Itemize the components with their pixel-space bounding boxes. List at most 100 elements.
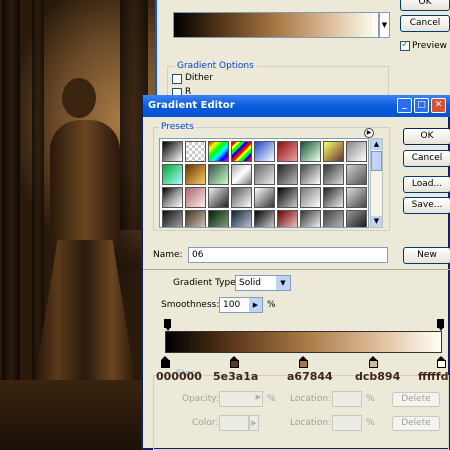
gradient-editor-window: Gradient Editor _ □ ✕ Presets ▲ ▼ ▶ OK C… xyxy=(141,95,450,450)
opacity-label: Opacity: xyxy=(182,394,219,404)
smoothness-arrow-icon[interactable]: ▶ xyxy=(249,298,262,312)
load-button[interactable]: Load... xyxy=(403,176,450,193)
stop-color xyxy=(369,360,378,368)
color-location-input xyxy=(332,415,362,431)
color-stop[interactable] xyxy=(230,356,239,369)
preset-swatch[interactable] xyxy=(162,164,183,185)
preset-swatch[interactable] xyxy=(346,187,367,208)
woman-figure-body xyxy=(50,120,120,250)
preset-swatch[interactable] xyxy=(208,141,229,162)
preset-swatch[interactable] xyxy=(277,164,298,185)
new-button[interactable]: New xyxy=(403,247,450,264)
preview-checkbox[interactable]: ✓ xyxy=(400,39,410,51)
opacity-stop-right[interactable] xyxy=(437,319,444,331)
scroll-down-icon[interactable]: ▼ xyxy=(371,216,382,227)
smoothness-input[interactable]: 100 ▶ xyxy=(219,297,263,313)
smoothness-label: Smoothness: xyxy=(161,300,220,310)
opacity-percent: % xyxy=(267,394,276,404)
color-stop[interactable] xyxy=(369,356,378,369)
preview-label: Preview xyxy=(412,41,448,51)
gradient-type-value: Solid xyxy=(239,278,261,288)
preset-swatch[interactable] xyxy=(300,141,321,162)
preset-swatch[interactable] xyxy=(231,141,252,162)
color-stop[interactable] xyxy=(299,356,308,369)
name-input[interactable]: 06 xyxy=(188,247,388,263)
stop-label: fffffd xyxy=(418,370,449,383)
color-delete-button: Delete xyxy=(392,416,440,431)
save-button[interactable]: Save... xyxy=(403,197,450,214)
stop-label: a67844 xyxy=(287,370,333,383)
opacity-location-input xyxy=(332,391,362,407)
presets-grid xyxy=(159,138,369,228)
preset-swatch[interactable] xyxy=(346,210,367,227)
gf-cancel-button[interactable]: Cancel xyxy=(400,15,450,32)
gf-ok-button[interactable]: OK xyxy=(400,0,450,11)
color-stop[interactable] xyxy=(437,356,446,369)
color-stop[interactable] xyxy=(161,356,170,369)
preset-swatch[interactable] xyxy=(277,210,298,227)
preset-swatch[interactable] xyxy=(185,141,206,162)
maximize-button[interactable]: □ xyxy=(414,98,429,113)
gradient-picker-swatch[interactable] xyxy=(173,12,379,38)
gradient-type-select[interactable]: Solid ▼ xyxy=(235,275,291,291)
opacity-location-percent: % xyxy=(366,394,375,404)
opacity-location-label: Location: xyxy=(290,394,332,404)
preset-swatch[interactable] xyxy=(300,164,321,185)
stop-label: 000000 xyxy=(156,370,202,383)
ok-button[interactable]: OK xyxy=(403,128,450,145)
woman-figure xyxy=(62,78,96,118)
preset-swatch[interactable] xyxy=(300,210,321,227)
preset-swatch[interactable] xyxy=(185,164,206,185)
color-location-percent: % xyxy=(366,418,375,428)
preset-swatch[interactable] xyxy=(277,187,298,208)
preset-swatch[interactable] xyxy=(323,164,344,185)
stop-color xyxy=(161,360,170,368)
preset-swatch[interactable] xyxy=(346,164,367,185)
preset-swatch[interactable] xyxy=(208,187,229,208)
gradient-fill-dialog: ▼ OK Cancel ✓ Preview Gradient Options D… xyxy=(155,0,450,111)
gradient-picker-dropdown[interactable]: ▼ xyxy=(379,12,390,38)
opacity-delete-button: Delete xyxy=(392,392,440,407)
cancel-button[interactable]: Cancel xyxy=(403,150,450,167)
color-label: Color: xyxy=(192,418,219,428)
opacity-stop-left[interactable] xyxy=(164,319,171,331)
preset-swatch[interactable] xyxy=(323,210,344,227)
presets-group: Presets ▲ ▼ xyxy=(153,122,390,231)
gradient-preview-bar[interactable] xyxy=(165,331,442,353)
divider xyxy=(143,269,450,270)
preset-swatch[interactable] xyxy=(346,141,367,162)
checkmark-icon: ✓ xyxy=(401,39,410,50)
chevron-down-icon[interactable]: ▼ xyxy=(276,276,290,290)
dither-checkbox[interactable] xyxy=(172,74,182,84)
preset-swatch[interactable] xyxy=(323,187,344,208)
color-location-label: Location: xyxy=(290,418,332,428)
preset-swatch[interactable] xyxy=(208,210,229,227)
preset-swatch[interactable] xyxy=(185,210,206,227)
preset-swatch[interactable] xyxy=(254,141,275,162)
preset-swatch[interactable] xyxy=(185,187,206,208)
preset-swatch[interactable] xyxy=(231,210,252,227)
preset-swatch[interactable] xyxy=(254,210,275,227)
gradient-options-legend: Gradient Options xyxy=(174,61,257,71)
preset-swatch[interactable] xyxy=(208,164,229,185)
preset-swatch[interactable] xyxy=(277,141,298,162)
preset-swatch[interactable] xyxy=(254,187,275,208)
scroll-thumb[interactable] xyxy=(371,151,382,171)
presets-legend: Presets xyxy=(159,122,196,132)
preset-swatch[interactable] xyxy=(162,210,183,227)
preset-swatch[interactable] xyxy=(323,141,344,162)
preset-swatch[interactable] xyxy=(162,187,183,208)
scroll-up-icon[interactable]: ▲ xyxy=(371,139,382,150)
preset-swatch[interactable] xyxy=(162,141,183,162)
preset-swatch[interactable] xyxy=(300,187,321,208)
stop-label: 5e3a1a xyxy=(213,370,259,383)
preset-swatch[interactable] xyxy=(231,164,252,185)
presets-scrollbar[interactable]: ▲ ▼ xyxy=(370,138,383,228)
preset-swatch[interactable] xyxy=(254,164,275,185)
preset-swatch[interactable] xyxy=(231,187,252,208)
name-label: Name: xyxy=(153,250,183,260)
window-title: Gradient Editor xyxy=(148,100,235,111)
minimize-button[interactable]: _ xyxy=(397,98,412,113)
presets-menu-icon[interactable]: ▶ xyxy=(364,128,374,138)
close-button[interactable]: ✕ xyxy=(431,98,446,113)
